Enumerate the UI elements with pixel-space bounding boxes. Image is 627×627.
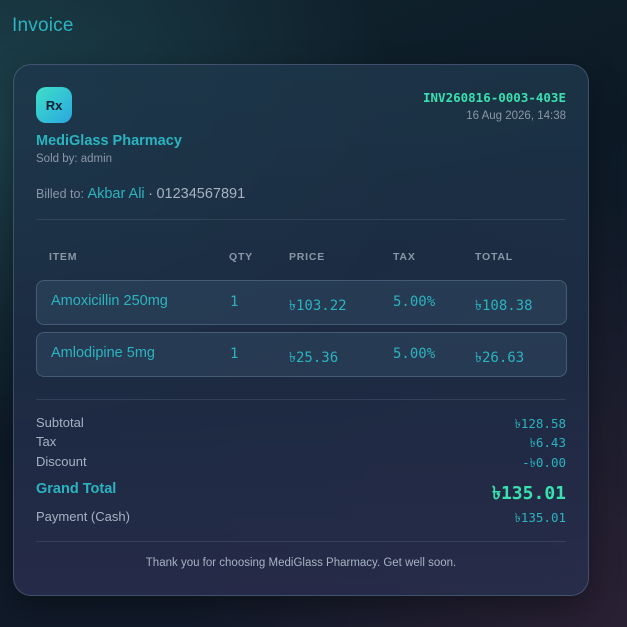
- header-tax: TAX: [393, 251, 416, 263]
- table-row[interactable]: Amlodipine 5mg 1 ৳25.36 5.00% ৳26.63: [36, 332, 567, 377]
- payment-value: ৳135.01: [514, 510, 566, 525]
- pharmacy-name: MediGlass Pharmacy: [36, 133, 182, 149]
- divider: [36, 219, 566, 220]
- divider: [36, 541, 566, 542]
- pharmacy-logo: Rx: [36, 87, 72, 123]
- row-item: Amoxicillin 250mg: [51, 293, 168, 309]
- tax-label: Tax: [36, 434, 57, 449]
- divider: [36, 399, 566, 400]
- row-item: Amlodipine 5mg: [51, 345, 155, 361]
- discount-label: Discount: [36, 454, 87, 469]
- row-price: ৳103.22: [289, 298, 347, 314]
- sold-by: Sold by: admin: [36, 153, 113, 165]
- page-title: Invoice: [12, 15, 74, 36]
- customer-name: Akbar Ali: [87, 186, 145, 202]
- row-tax: 5.00%: [393, 346, 436, 362]
- row-qty: 1: [230, 346, 239, 362]
- billed-to-label: Billed to:: [36, 187, 84, 201]
- row-tax: 5.00%: [393, 294, 436, 310]
- tax-value: ৳6.43: [529, 435, 566, 450]
- customer-phone: 01234567891: [156, 186, 246, 202]
- row-qty: 1: [230, 294, 239, 310]
- row-total: ৳26.63: [475, 350, 525, 366]
- grand-total-value: ৳135.01: [492, 483, 566, 504]
- invoice-id: INV260816-0003-403E: [423, 90, 566, 105]
- row-price: ৳25.36: [289, 350, 339, 366]
- thank-you-note: Thank you for choosing MediGlass Pharmac…: [145, 557, 457, 569]
- payment-label: Payment (Cash): [36, 509, 130, 524]
- discount-value: -৳0.00: [522, 455, 566, 470]
- subtotal-label: Subtotal: [36, 415, 84, 430]
- table-row[interactable]: Amoxicillin 250mg 1 ৳103.22 5.00% ৳108.3…: [36, 280, 567, 325]
- header-price: PRICE: [289, 251, 326, 263]
- header-qty: QTY: [229, 251, 253, 263]
- subtotal-value: ৳128.58: [514, 416, 566, 431]
- billed-to: Billed to: Akbar Ali · 01234567891: [36, 186, 245, 202]
- header-item: ITEM: [49, 251, 78, 263]
- invoice-datetime: 16 Aug 2026, 14:38: [466, 110, 566, 122]
- grand-total-label: Grand Total: [36, 481, 117, 497]
- invoice-card: Rx MediGlass Pharmacy Sold by: admin INV…: [13, 64, 589, 596]
- row-total: ৳108.38: [475, 298, 533, 314]
- header-total: TOTAL: [475, 251, 514, 263]
- billed-separator: ·: [148, 186, 153, 202]
